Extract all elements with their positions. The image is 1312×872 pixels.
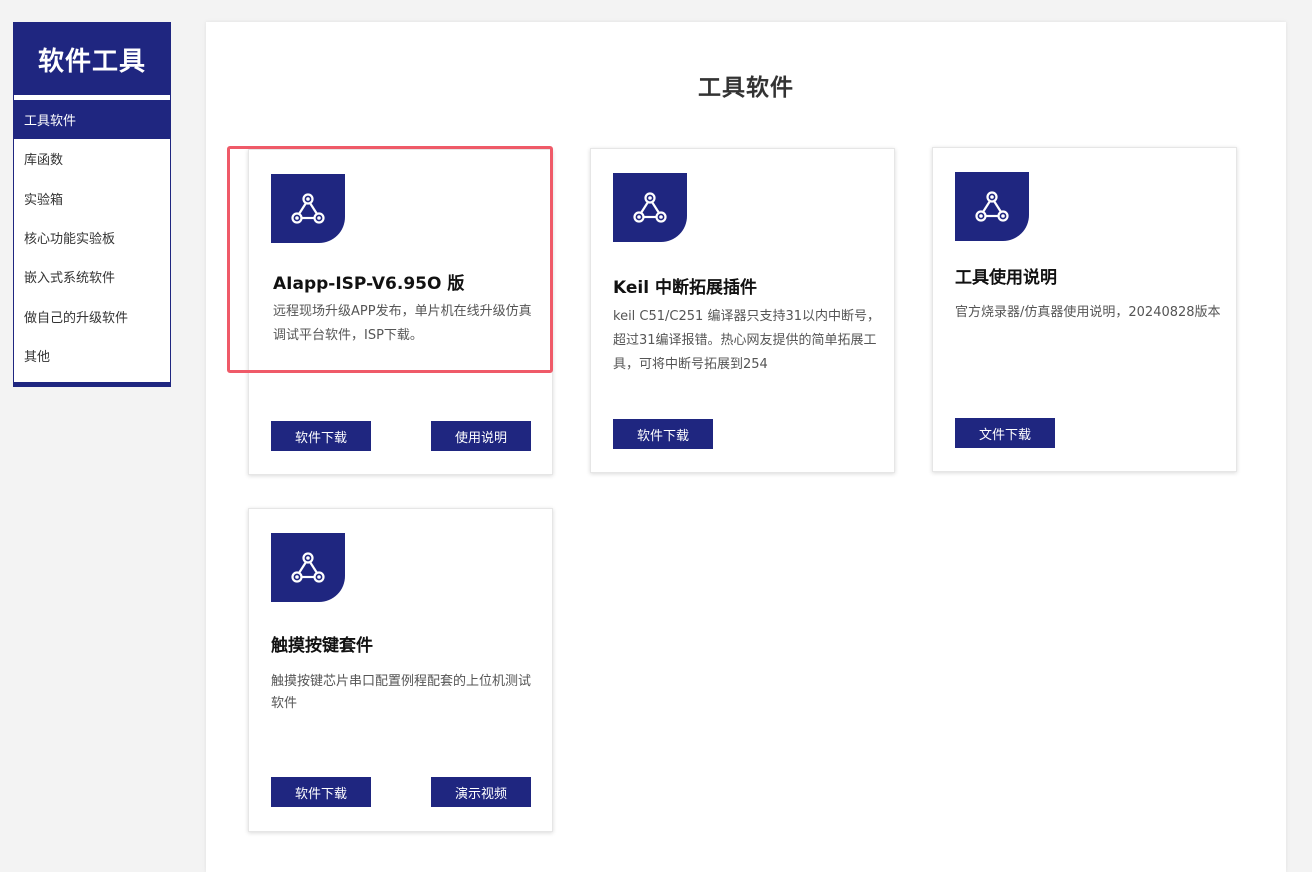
software-download-button[interactable]: 软件下载 [271, 777, 371, 807]
sidebar-item-core-board[interactable]: 核心功能实验板 [14, 218, 170, 257]
share-network-icon [271, 174, 345, 243]
sidebar-title: 软件工具 [14, 23, 170, 95]
card-description: 触摸按键芯片串口配置例程配套的上位机测试软件 [271, 674, 532, 711]
sidebar-item-library-functions[interactable]: 库函数 [14, 139, 170, 178]
share-network-icon [613, 173, 687, 242]
sidebar-list: 工具软件 库函数 实验箱 核心功能实验板 嵌入式系统软件 做自己的升级软件 其他 [14, 100, 170, 375]
software-card: 触摸按键套件 触摸按键芯片串口配置例程配套的上位机测试软件 软件下载 演示视频 [248, 508, 553, 832]
usage-guide-button[interactable]: 使用说明 [431, 421, 531, 451]
card-description: 官方烧录器/仿真器使用说明，20240828版本 [955, 305, 1221, 320]
share-network-icon [955, 172, 1029, 241]
card-description: keil C51/C251 编译器只支持31以内中断号，超过31编译报错。热心网… [613, 309, 880, 372]
software-download-button[interactable]: 软件下载 [613, 419, 713, 449]
card-title: 工具使用说明 [955, 268, 1057, 288]
software-card: Keil 中断拓展插件 keil C51/C251 编译器只支持31以内中断号，… [590, 148, 895, 473]
main-panel: 工具软件 AIapp-ISP-V6.95O 版 远程现场升级APP发布，单片机在… [206, 22, 1286, 872]
sidebar-item-embedded-software[interactable]: 嵌入式系统软件 [14, 257, 170, 296]
software-card: AIapp-ISP-V6.95O 版 远程现场升级APP发布，单片机在线升级仿真… [248, 149, 553, 475]
share-network-icon [271, 533, 345, 602]
software-card: 工具使用说明 官方烧录器/仿真器使用说明，20240828版本 文件下载 [932, 147, 1237, 472]
sidebar-item-own-upgrade-software[interactable]: 做自己的升级软件 [14, 296, 170, 335]
file-download-button[interactable]: 文件下载 [955, 418, 1055, 448]
card-description: 远程现场升级APP发布，单片机在线升级仿真调试平台软件，ISP下载。 [273, 304, 532, 343]
software-download-button[interactable]: 软件下载 [271, 421, 371, 451]
page-title: 工具软件 [698, 75, 794, 101]
sidebar-item-experiment-box[interactable]: 实验箱 [14, 179, 170, 218]
card-title: 触摸按键套件 [271, 636, 373, 656]
sidebar-footer-bar [14, 382, 170, 386]
sidebar: 软件工具 工具软件 库函数 实验箱 核心功能实验板 嵌入式系统软件 做自己的升级… [13, 22, 171, 387]
card-title: AIapp-ISP-V6.95O 版 [273, 274, 465, 294]
card-title: Keil 中断拓展插件 [613, 278, 757, 298]
demo-video-button[interactable]: 演示视频 [431, 777, 531, 807]
sidebar-item-other[interactable]: 其他 [14, 336, 170, 375]
sidebar-item-tool-software[interactable]: 工具软件 [14, 100, 170, 140]
